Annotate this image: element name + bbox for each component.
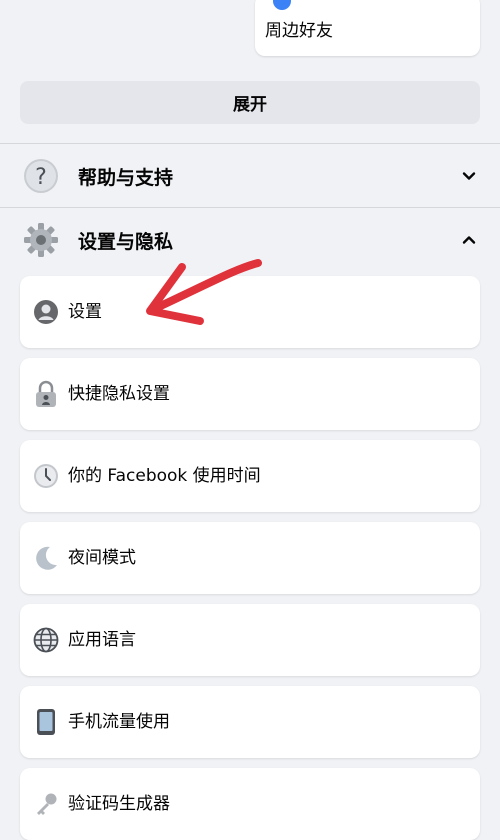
- menu-item-settings[interactable]: 设置: [20, 276, 480, 348]
- section-settings-label: 设置与隐私: [78, 230, 174, 253]
- gear-icon: [23, 222, 59, 258]
- chevron-up-icon[interactable]: [461, 232, 477, 248]
- menu-item-dark-mode[interactable]: 夜间模式: [20, 522, 480, 594]
- section-help-support[interactable]: ? 帮助与支持: [0, 145, 500, 207]
- nearby-friends-icon: [273, 0, 291, 10]
- lock-icon: [32, 380, 60, 408]
- svg-text:?: ?: [35, 165, 47, 190]
- clock-icon: [32, 462, 60, 490]
- globe-icon: [32, 626, 60, 654]
- menu-item-app-language[interactable]: 应用语言: [20, 604, 480, 676]
- section-help-label: 帮助与支持: [78, 166, 174, 189]
- menu-item-code-generator[interactable]: 验证码生成器: [20, 768, 480, 840]
- nearby-friends-label: 周边好友: [265, 21, 333, 41]
- expand-button[interactable]: 展开: [20, 81, 480, 124]
- section-settings-privacy[interactable]: 设置与隐私: [0, 209, 500, 271]
- menu-item-label: 快捷隐私设置: [68, 384, 170, 404]
- menu-item-label: 验证码生成器: [68, 794, 170, 814]
- menu-item-data-usage[interactable]: 手机流量使用: [20, 686, 480, 758]
- nearby-friends-card[interactable]: 周边好友: [255, 0, 480, 56]
- profile-icon: [32, 298, 60, 326]
- divider: [0, 143, 500, 144]
- menu-item-label: 你的 Facebook 使用时间: [68, 466, 261, 486]
- chevron-down-icon[interactable]: [461, 168, 477, 184]
- divider: [0, 207, 500, 208]
- menu-item-privacy-shortcuts[interactable]: 快捷隐私设置: [20, 358, 480, 430]
- question-mark-icon: ?: [23, 158, 59, 194]
- phone-icon: [32, 708, 60, 736]
- moon-icon: [32, 544, 60, 572]
- menu-item-label: 手机流量使用: [68, 712, 170, 732]
- menu-item-label: 设置: [68, 302, 102, 322]
- menu-item-time-on-facebook[interactable]: 你的 Facebook 使用时间: [20, 440, 480, 512]
- menu-item-label: 应用语言: [68, 630, 136, 650]
- menu-item-label: 夜间模式: [68, 548, 136, 568]
- key-icon: [32, 790, 60, 818]
